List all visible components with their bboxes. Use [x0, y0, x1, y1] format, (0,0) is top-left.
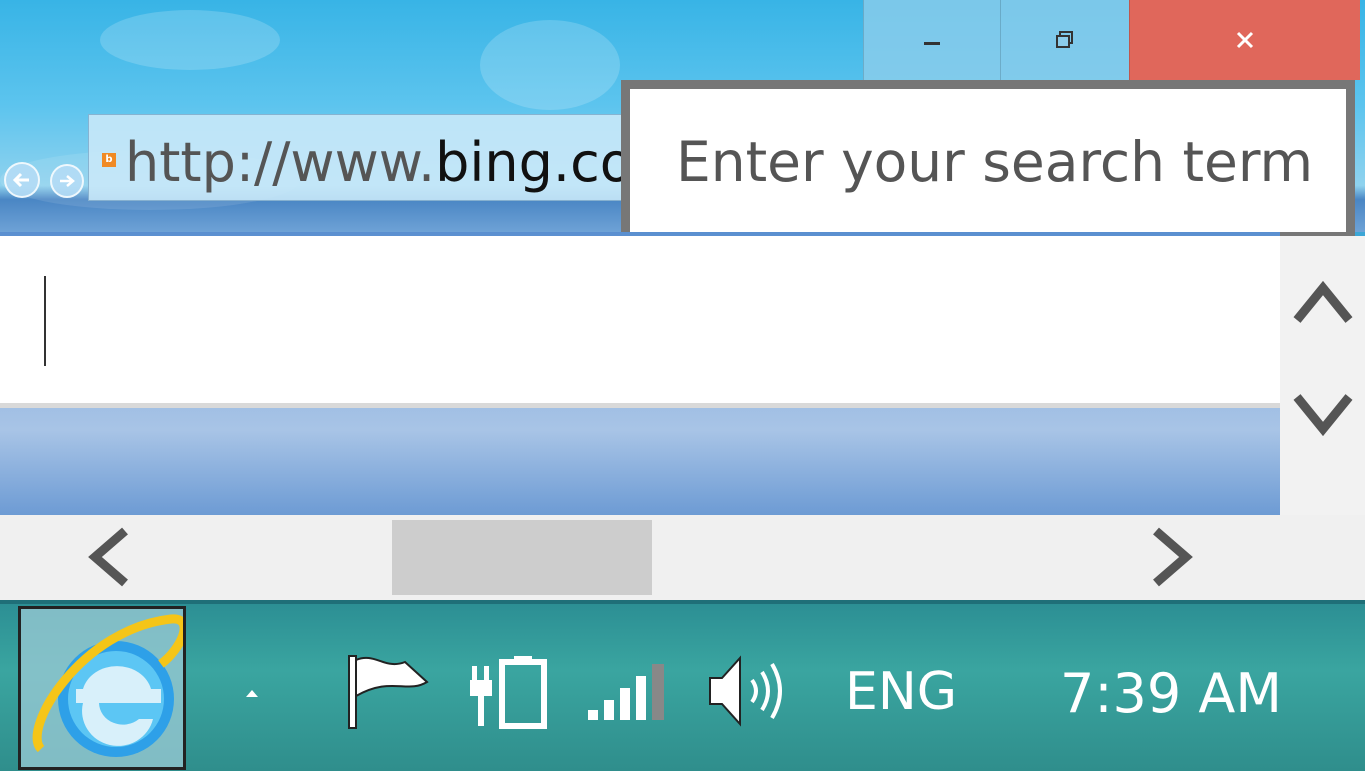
window-controls: [863, 0, 1360, 80]
text-caret: [44, 276, 46, 366]
scroll-up-button[interactable]: [1290, 271, 1355, 331]
taskbar-ie-button[interactable]: [18, 606, 186, 770]
network-button[interactable]: [586, 660, 668, 726]
chevron-down-icon: [1293, 394, 1352, 437]
search-popup: [621, 80, 1355, 241]
volume-button[interactable]: [706, 652, 791, 734]
address-bar[interactable]: b http://www.bing.co: [88, 114, 630, 201]
action-center-flag-icon: [348, 655, 429, 729]
restore-icon: [1056, 31, 1073, 48]
show-hidden-icons-icon: [246, 690, 258, 697]
volume-icon: [709, 655, 782, 727]
action-center-button[interactable]: [345, 652, 430, 736]
power-button[interactable]: [468, 654, 548, 733]
bing-favicon-icon: b: [102, 153, 116, 167]
chevron-up-icon: [1293, 280, 1352, 323]
text-edit-area[interactable]: [0, 236, 1280, 408]
scroll-right-button[interactable]: [1145, 527, 1200, 587]
back-button[interactable]: [4, 162, 40, 198]
show-hidden-icons-button[interactable]: [244, 684, 260, 703]
minimize-icon: [924, 42, 940, 45]
search-input[interactable]: [676, 127, 1316, 197]
internet-explorer-icon: [32, 614, 183, 757]
vertical-scrollbar[interactable]: [1280, 236, 1365, 517]
forward-button[interactable]: [50, 164, 84, 198]
url-domain: bing.co: [435, 131, 630, 194]
network-signal-icon: [588, 664, 664, 720]
forward-arrow-icon: [60, 175, 75, 187]
horizontal-scroll-thumb[interactable]: [392, 520, 652, 595]
back-arrow-icon: [12, 172, 29, 188]
scroll-down-button[interactable]: [1290, 386, 1355, 446]
horizontal-scrollbar[interactable]: [0, 515, 1365, 600]
system-clock[interactable]: 7:39 AM: [1060, 662, 1282, 725]
input-language-indicator[interactable]: ENG: [845, 662, 957, 722]
url-prefix: http://www.: [125, 131, 436, 194]
taskbar: ENG 7:39 AM: [0, 600, 1365, 771]
close-icon: [1236, 31, 1254, 49]
address-url[interactable]: http://www.bing.co: [125, 131, 630, 194]
close-button[interactable]: [1129, 0, 1360, 80]
power-battery-icon: [470, 656, 547, 729]
chevron-right-icon: [1152, 527, 1193, 587]
scroll-left-button[interactable]: [80, 527, 135, 587]
restore-button[interactable]: [1000, 0, 1129, 80]
minimize-button[interactable]: [863, 0, 1000, 80]
chevron-left-icon: [87, 527, 128, 587]
